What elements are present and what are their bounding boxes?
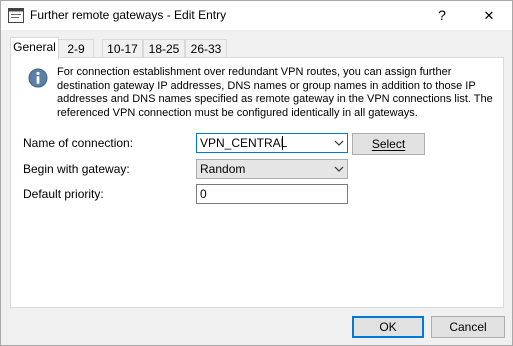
close-button[interactable]: ✕ xyxy=(466,1,512,30)
window-title: Further remote gateways - Edit Entry xyxy=(30,8,227,22)
ok-button[interactable]: OK xyxy=(352,316,424,338)
default-priority-input[interactable]: 0 xyxy=(196,184,348,204)
tab-10-17[interactable]: 10-17 xyxy=(102,39,143,58)
begin-gateway-value: Random xyxy=(200,162,246,176)
info-icon xyxy=(28,68,48,88)
help-icon: ? xyxy=(438,7,446,23)
cancel-button[interactable]: Cancel xyxy=(431,316,505,338)
text-cursor xyxy=(282,136,283,150)
begin-gateway-select[interactable]: Random xyxy=(196,159,348,179)
connection-name-value: VPN_CENTRAL xyxy=(200,136,288,150)
tab-18-25[interactable]: 18-25 xyxy=(143,39,185,58)
connection-name-combobox[interactable]: VPN_CENTRAL xyxy=(196,133,348,153)
app-window-icon xyxy=(8,8,24,23)
tab-general[interactable]: General xyxy=(10,37,59,59)
general-tab-panel: For connection establishment over redund… xyxy=(10,57,504,308)
select-button[interactable]: Select xyxy=(352,133,425,155)
title-bar[interactable]: Further remote gateways - Edit Entry ? ✕ xyxy=(1,1,512,30)
chevron-down-icon[interactable] xyxy=(334,164,344,174)
tab-2-9[interactable]: 2-9 xyxy=(58,39,94,58)
edit-entry-dialog: Further remote gateways - Edit Entry ? ✕… xyxy=(0,0,513,346)
select-button-label: Select xyxy=(371,137,406,151)
connection-name-label: Name of connection: xyxy=(23,136,134,150)
default-priority-value: 0 xyxy=(200,187,207,201)
help-button[interactable]: ? xyxy=(419,1,465,30)
default-priority-label: Default priority: xyxy=(23,187,104,201)
chevron-down-icon[interactable] xyxy=(334,138,344,148)
begin-gateway-label: Begin with gateway: xyxy=(23,162,130,176)
close-icon: ✕ xyxy=(483,8,495,23)
info-description: For connection establishment over redund… xyxy=(57,66,493,119)
tab-26-33[interactable]: 26-33 xyxy=(185,39,227,58)
